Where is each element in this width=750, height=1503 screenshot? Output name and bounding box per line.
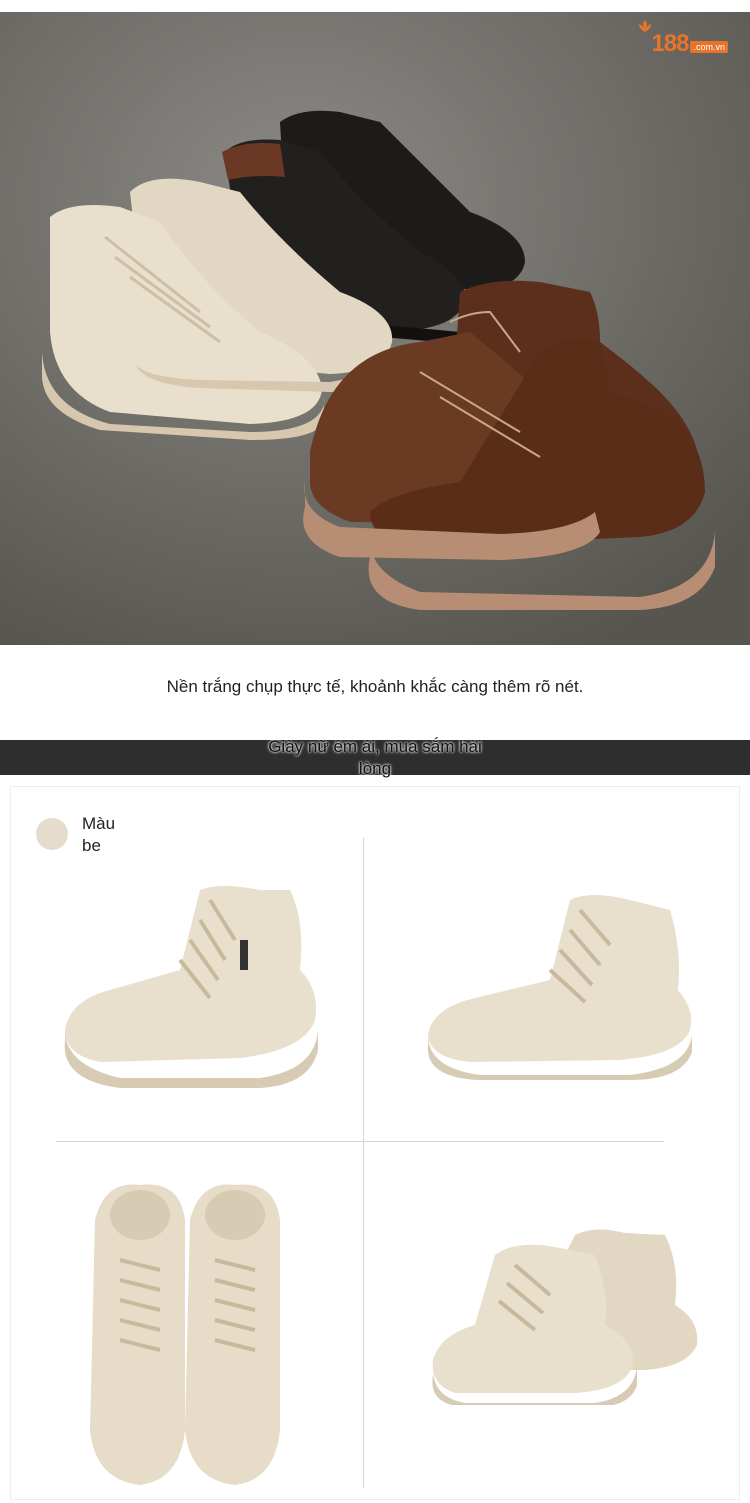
brand-logo[interactable]: 188 .com.vn [639,20,728,58]
grid-divider-vertical [363,838,364,1488]
beige-boot-outer-image [427,895,692,1080]
color-swatch-label: Màu be [82,814,116,855]
grid-divider-horizontal [56,1141,664,1142]
logo-domain: .com.vn [690,41,728,53]
product-view-outer-side[interactable] [420,890,700,1080]
beige-boot-pair-image [432,1229,698,1405]
beige-boot-top-image [90,1184,280,1485]
product-view-pair[interactable] [425,1225,715,1405]
hero-shoes-illustration [0,12,750,645]
product-view-top[interactable] [85,1180,285,1490]
color-swatch-beige[interactable] [36,818,68,850]
beige-boot-side-image [64,886,318,1088]
banner-slogan: Giày nữ êm ái, mua sắm hài lòng [268,737,482,778]
logo-number: 188 [651,30,689,57]
leaf-logo-icon [639,20,652,32]
product-view-side[interactable] [60,880,320,1090]
photo-caption: Nền trắng chụp thực tế, khoảnh khắc càng… [166,677,584,696]
hero-photo: 188 .com.vn [0,12,750,645]
